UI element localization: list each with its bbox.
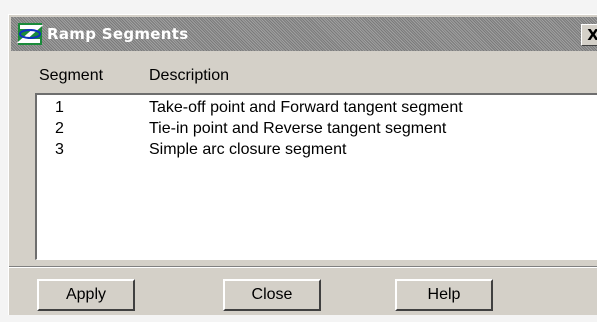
list-item[interactable]: 1 Take-off point and Forward tangent seg… [37,99,597,119]
close-button[interactable]: Close [223,279,321,311]
segment-number: 2 [55,120,64,137]
segment-number: 1 [55,99,64,116]
ramp-segments-dialog: Ramp Segments X Segment Description 1 Ta… [8,14,597,315]
list-item[interactable]: 3 Simple arc closure segment [37,141,597,161]
close-icon: X [587,26,597,44]
column-header-segment: Segment [39,67,104,84]
segment-description: Simple arc closure segment [149,141,347,158]
column-header-description: Description [149,67,230,84]
ramp-app-icon [16,22,44,46]
segment-description: Tie-in point and Reverse tangent segment [149,120,447,137]
segment-list[interactable]: 1 Take-off point and Forward tangent seg… [35,93,597,260]
divider [9,266,597,268]
title-bar[interactable]: Ramp Segments X [11,17,597,51]
apply-button[interactable]: Apply [37,279,135,311]
close-window-button[interactable]: X [581,24,597,46]
list-item[interactable]: 2 Tie-in point and Reverse tangent segme… [37,120,597,140]
segment-number: 3 [55,141,64,158]
help-button[interactable]: Help [395,279,493,311]
segment-description: Take-off point and Forward tangent segme… [149,99,463,116]
window-title: Ramp Segments [47,25,189,43]
